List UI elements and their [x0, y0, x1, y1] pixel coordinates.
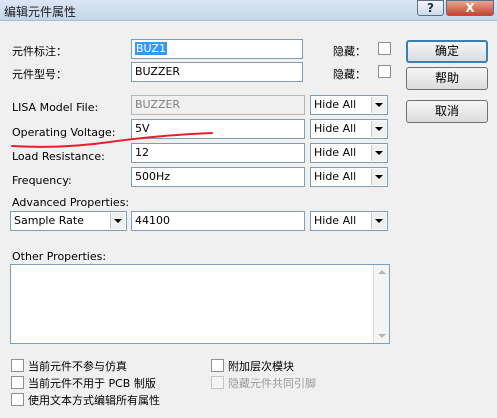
red-underline-annotation [11, 132, 213, 148]
